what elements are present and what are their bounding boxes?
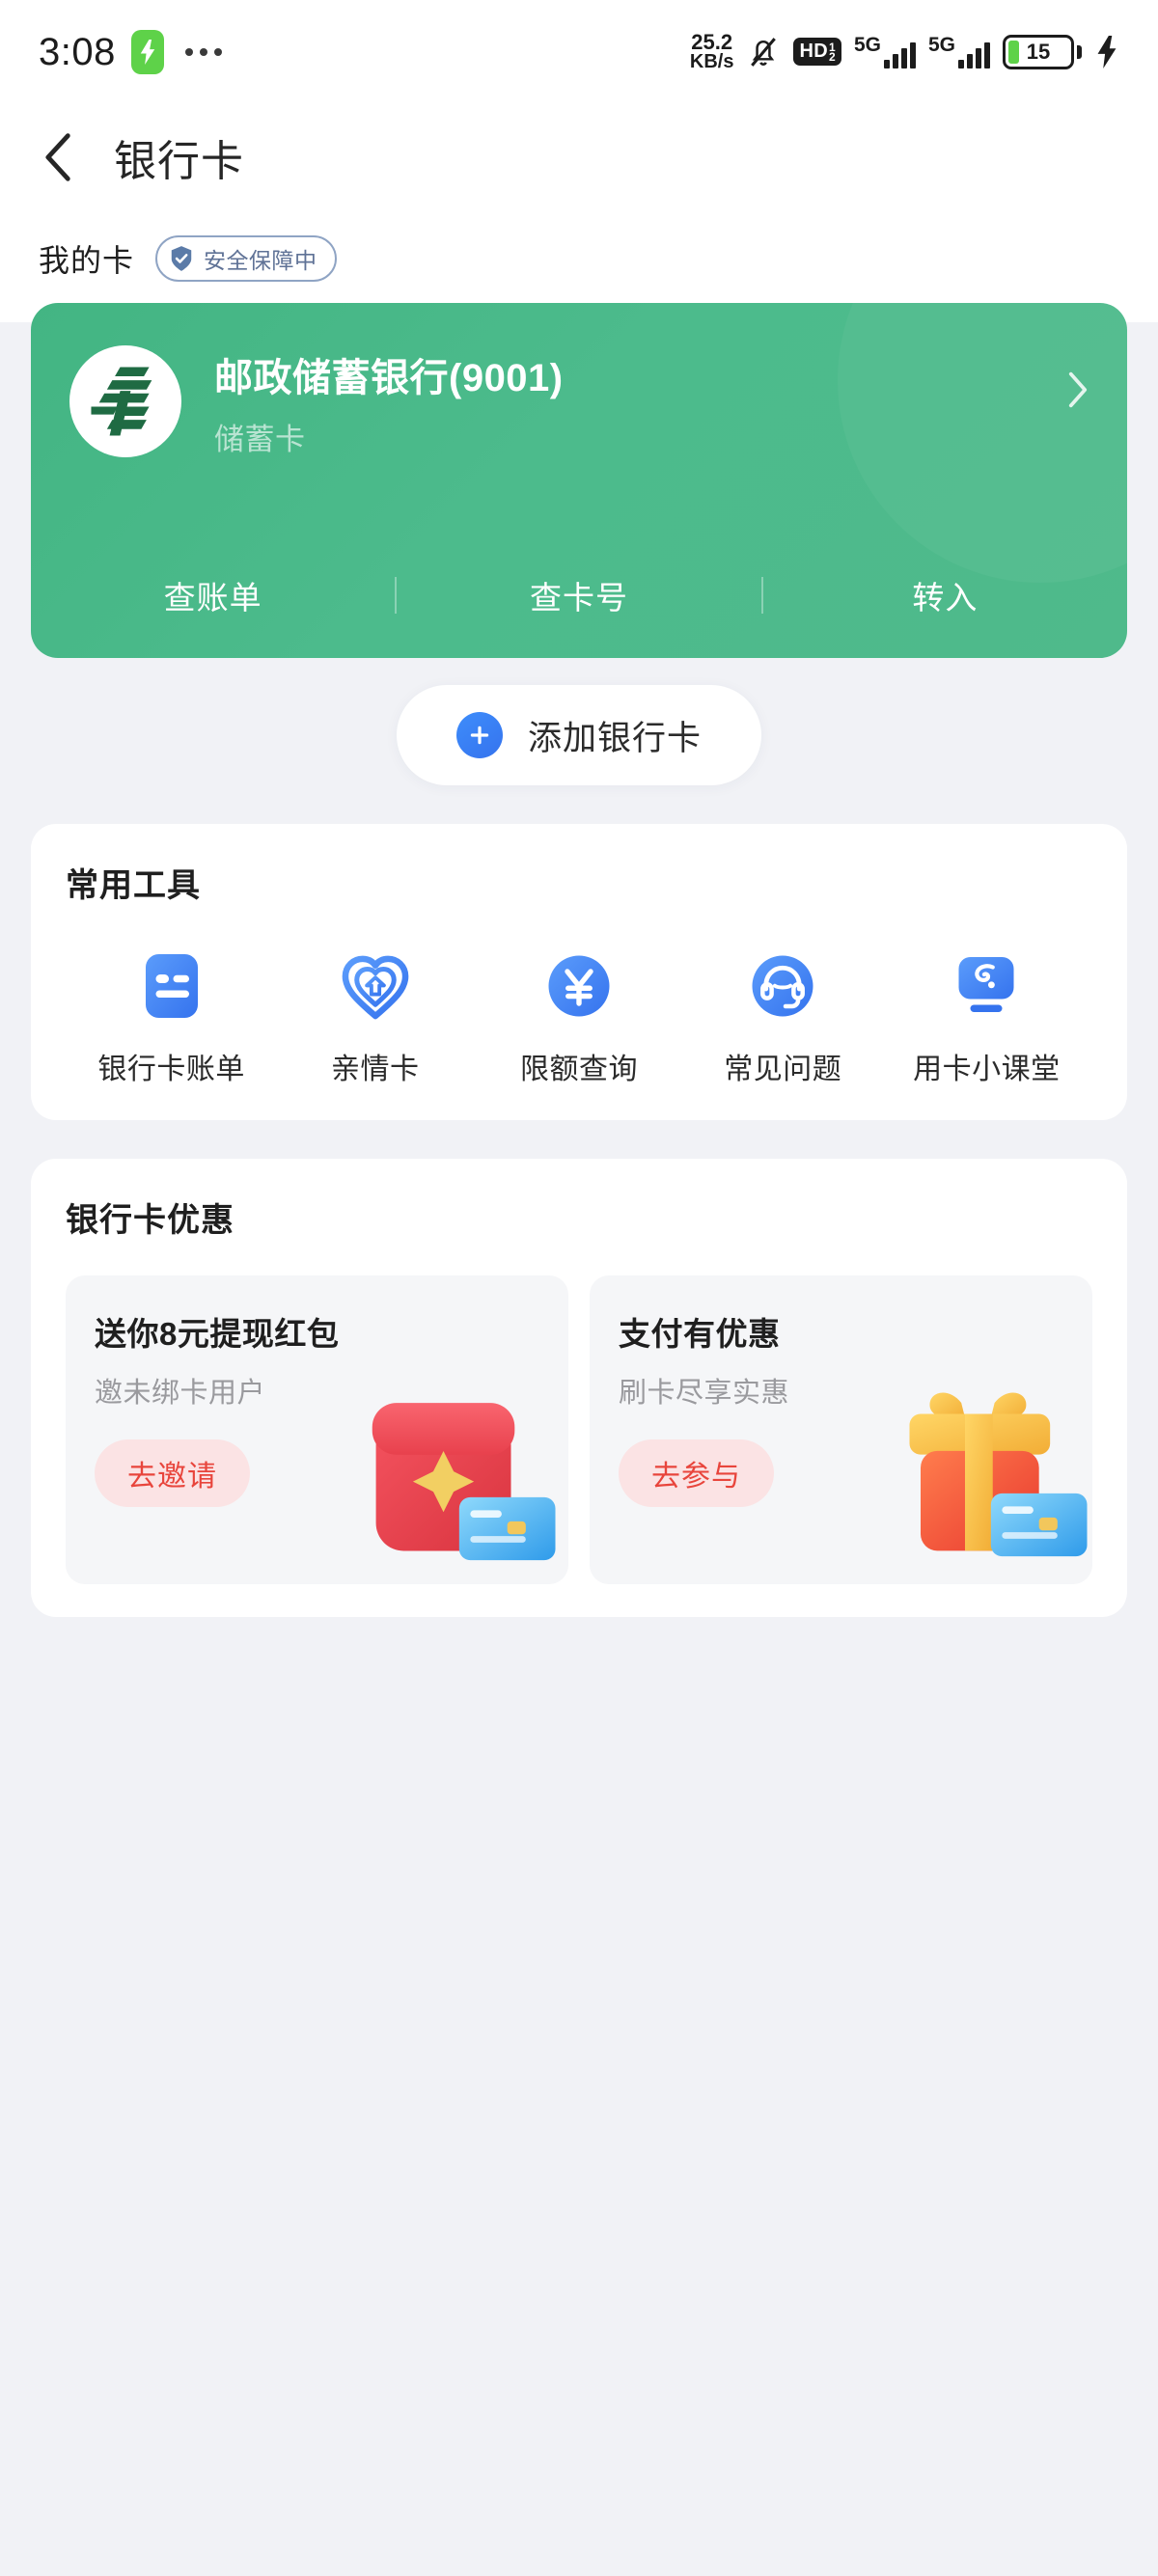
volte-sim2-index: 2 xyxy=(828,49,836,64)
my-cards-label: 我的卡 xyxy=(39,243,135,278)
page-title: 银行卡 xyxy=(114,138,244,185)
headset-glyph xyxy=(752,955,813,1017)
yuan-limit-glyph xyxy=(548,955,610,1017)
card-action-statement[interactable]: 查账单 xyxy=(31,572,395,618)
tool-item-family-card[interactable]: 亲情卡 xyxy=(273,948,477,1087)
tools-grid: 银行卡账单 亲情卡 限额查询 常见问题 用卡小课堂 xyxy=(66,948,1092,1087)
offer-card-payment[interactable]: 支付有优惠 刷卡尽享实惠 去参与 xyxy=(590,1275,1092,1584)
card-action-card-number[interactable]: 查卡号 xyxy=(397,572,760,618)
sim2-signal-icon: 5G xyxy=(928,35,990,69)
customer-service-headset-icon xyxy=(745,948,820,1024)
bank-card-header: 邮政储蓄银行(9001) 储蓄卡 xyxy=(69,345,1089,458)
sim1-network-label: 5G xyxy=(853,34,881,57)
offers-row: 送你8元提现红包 邀未绑卡用户 去邀请 支付有优惠 刷卡尽享实惠 去参与 xyxy=(66,1275,1092,1584)
my-cards-header: 我的卡 安全保障中 xyxy=(0,210,1158,303)
offer-action-button[interactable]: 去邀请 xyxy=(95,1439,250,1507)
tools-panel: 常用工具 银行卡账单 亲情卡 限额查询 常见问题 用卡小课堂 xyxy=(31,824,1127,1120)
offer-title: 支付有优惠 xyxy=(619,1316,781,1352)
china-post-savings-bank-logo xyxy=(69,345,181,457)
plus-circle-icon xyxy=(455,712,503,758)
offers-panel-title: 银行卡优惠 xyxy=(66,1202,234,1239)
card-type: 储蓄卡 xyxy=(214,423,306,456)
app-screen: 3:08 25.2 KB/s HD 1 2 5G 5G 15 银行卡 我的卡 安… xyxy=(0,0,1158,2576)
tool-item-bank-card-statement[interactable]: 银行卡账单 xyxy=(69,948,273,1087)
bell-muted-icon xyxy=(751,38,777,67)
bank-card-container: 邮政储蓄银行(9001) 储蓄卡 查账单 查卡号 转入 xyxy=(0,303,1158,658)
sim2-signal-bars xyxy=(958,40,990,69)
network-speed-indicator: 25.2 KB/s xyxy=(690,32,734,71)
bank-card[interactable]: 邮政储蓄银行(9001) 储蓄卡 查账单 查卡号 转入 xyxy=(31,303,1127,658)
status-badge-label: 安全保障中 xyxy=(204,248,317,273)
volte-hd-label: HD xyxy=(799,41,828,63)
tool-label: 限额查询 xyxy=(520,1054,638,1085)
add-bank-card-label: 添加银行卡 xyxy=(527,719,702,757)
bank-logo-glyph xyxy=(91,367,152,436)
more-dots-icon xyxy=(184,48,222,56)
status-badge[interactable]: 安全保障中 xyxy=(155,235,337,282)
chevron-right-icon xyxy=(1068,371,1088,408)
bank-name: 邮政储蓄银行(9001) xyxy=(214,357,564,399)
tool-label: 亲情卡 xyxy=(331,1054,420,1085)
bill-list-glyph xyxy=(145,954,198,1018)
add-bank-card-button[interactable]: 添加银行卡 xyxy=(396,685,761,785)
family-heart-card-icon xyxy=(338,948,413,1024)
status-time: 3:08 xyxy=(39,30,116,73)
nav-bar: 银行卡 xyxy=(0,104,1158,210)
status-bar-right: 25.2 KB/s HD 1 2 5G 5G 15 xyxy=(690,32,1119,71)
offer-subtitle: 刷卡尽享实惠 xyxy=(619,1378,790,1409)
family-heart-glyph xyxy=(342,955,409,1020)
sim1-signal-icon: 5G xyxy=(854,35,916,69)
tools-panel-title: 常用工具 xyxy=(66,867,201,904)
card-action-transfer-in[interactable]: 转入 xyxy=(763,572,1127,618)
sim1-signal-bars xyxy=(883,40,916,69)
network-speed-unit: KB/s xyxy=(689,50,734,72)
shield-check-icon xyxy=(171,246,192,271)
status-bar-left: 3:08 xyxy=(39,30,222,74)
offer-action-button[interactable]: 去参与 xyxy=(619,1439,774,1507)
battery-icon: 15 xyxy=(1003,34,1082,69)
lesson-screen-icon xyxy=(949,948,1024,1024)
bill-list-icon xyxy=(134,948,209,1024)
sim2-network-label: 5G xyxy=(927,34,955,57)
network-speed-value: 25.2 xyxy=(691,30,733,55)
tool-item-faq[interactable]: 常见问题 xyxy=(681,948,885,1087)
chevron-left-icon xyxy=(45,133,70,181)
bank-card-actions: 查账单 查卡号 转入 xyxy=(31,533,1127,658)
plus-icon xyxy=(470,726,489,745)
battery-level-label: 15 xyxy=(1026,39,1051,64)
volte-hd-icon: HD 1 2 xyxy=(793,38,841,67)
tool-label: 用卡小课堂 xyxy=(913,1054,1061,1085)
lesson-screen-glyph xyxy=(958,957,1014,1012)
tool-item-limit-query[interactable]: 限额查询 xyxy=(477,948,680,1087)
bank-card-detail-button[interactable] xyxy=(1067,370,1089,414)
tool-item-card-lesson[interactable]: 用卡小课堂 xyxy=(885,948,1089,1087)
bolt-pill-icon xyxy=(130,30,164,74)
tool-label: 常见问题 xyxy=(724,1054,842,1085)
offer-card-invite[interactable]: 送你8元提现红包 邀未绑卡用户 去邀请 xyxy=(66,1275,568,1584)
offers-panel: 银行卡优惠 送你8元提现红包 邀未绑卡用户 去邀请 支付有优惠 刷卡尽享实惠 去… xyxy=(31,1159,1127,1617)
tool-label: 银行卡账单 xyxy=(97,1054,245,1085)
status-bar: 3:08 25.2 KB/s HD 1 2 5G 5G 15 xyxy=(0,0,1158,104)
yuan-limit-icon xyxy=(541,948,617,1024)
add-card-zone: 添加银行卡 xyxy=(0,658,1158,785)
bank-card-text: 邮政储蓄银行(9001) 储蓄卡 xyxy=(214,345,1034,458)
battery-bolt-icon xyxy=(1097,35,1117,69)
offer-subtitle: 邀未绑卡用户 xyxy=(95,1378,266,1409)
offer-title: 送你8元提现红包 xyxy=(95,1316,340,1352)
back-button[interactable] xyxy=(37,129,81,185)
